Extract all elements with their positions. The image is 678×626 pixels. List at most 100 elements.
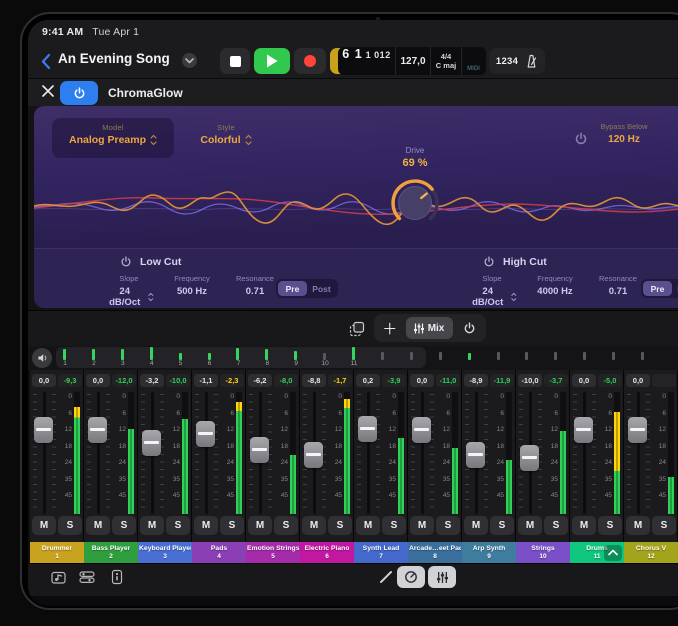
- volume-fader[interactable]: [628, 417, 647, 443]
- channel-name-plate[interactable]: Emotion Strings 5: [246, 542, 300, 563]
- pencil-tool-icon[interactable]: [378, 569, 394, 585]
- back-icon[interactable]: [40, 53, 52, 70]
- solo-button[interactable]: S: [328, 516, 352, 535]
- solo-button[interactable]: S: [436, 516, 460, 535]
- loop-browser-button[interactable]: [50, 568, 68, 586]
- channel-volume-value[interactable]: -6,2: [248, 374, 272, 387]
- channel-name-plate[interactable]: Drums 11: [570, 542, 624, 563]
- channel-volume-value[interactable]: 0,0: [32, 374, 56, 387]
- volume-fader[interactable]: [304, 442, 323, 468]
- volume-fader[interactable]: [520, 445, 539, 471]
- channel-volume-value[interactable]: -8,8: [302, 374, 326, 387]
- channel-peak-value[interactable]: -9,3: [58, 374, 82, 387]
- channel-name-plate[interactable]: Electric Piano 6: [300, 542, 354, 563]
- metronome-icon[interactable]: [525, 54, 538, 68]
- style-selector[interactable]: Style Colorful: [180, 118, 272, 158]
- channel-peak-value[interactable]: -8,0: [274, 374, 298, 387]
- channel-volume-value[interactable]: 0,2: [356, 374, 380, 387]
- slope-control[interactable]: Slope 24 dB/Oct: [467, 274, 517, 308]
- solo-button[interactable]: S: [58, 516, 82, 535]
- model-selector[interactable]: Model Analog Preamp: [52, 118, 174, 158]
- volume-fader[interactable]: [196, 421, 215, 447]
- bypass-power-icon[interactable]: [574, 132, 588, 146]
- plugin-power-button[interactable]: [60, 81, 98, 105]
- volume-fader[interactable]: [358, 416, 377, 442]
- mixer-view-button[interactable]: [428, 566, 456, 588]
- lcd-display[interactable]: 6 1 1 012 127,0 4/4 C maj MIDI: [338, 47, 486, 75]
- channel-peak-value[interactable]: -11,9: [490, 374, 514, 387]
- level-control[interactable]: Level 0.0: [662, 122, 678, 145]
- channel-name-plate[interactable]: Keyboard Player 3: [138, 542, 192, 563]
- channel-name-plate[interactable]: Bass Player 2: [84, 542, 138, 563]
- add-track-button[interactable]: ＋: [378, 317, 402, 339]
- drive-knob[interactable]: [388, 176, 442, 230]
- solo-button[interactable]: S: [166, 516, 190, 535]
- track-overview-tick[interactable]: 2: [92, 346, 95, 360]
- mute-button[interactable]: M: [410, 516, 434, 535]
- channel-volume-value[interactable]: -10,0: [518, 374, 542, 387]
- stepper-icon[interactable]: [150, 134, 157, 146]
- solo-button[interactable]: S: [220, 516, 244, 535]
- mute-button[interactable]: M: [86, 516, 110, 535]
- channel-volume-value[interactable]: -3,2: [140, 374, 164, 387]
- channel-name-plate[interactable]: Strings 10: [516, 542, 570, 563]
- channel-peak-value[interactable]: -3,7: [544, 374, 568, 387]
- mute-button[interactable]: M: [518, 516, 542, 535]
- solo-button[interactable]: S: [382, 516, 406, 535]
- track-overview-tick[interactable]: 10: [323, 346, 326, 360]
- channel-peak-value[interactable]: -3,9: [382, 374, 406, 387]
- channel-peak-value[interactable]: [652, 374, 676, 387]
- solo-button[interactable]: S: [652, 516, 676, 535]
- device-inspector-button[interactable]: [108, 568, 126, 586]
- track-overview-tick[interactable]: [583, 346, 586, 360]
- mix-button[interactable]: Mix: [406, 317, 453, 339]
- resonance-control[interactable]: Resonance 0.71: [593, 274, 643, 308]
- channel-volume-value[interactable]: -1,1: [194, 374, 218, 387]
- post-option[interactable]: Post: [672, 281, 678, 296]
- channel-volume-value[interactable]: 0,0: [86, 374, 110, 387]
- stepper-icon[interactable]: [245, 134, 252, 146]
- record-button[interactable]: [294, 48, 326, 74]
- channel-volume-value[interactable]: 0,0: [410, 374, 434, 387]
- solo-button[interactable]: S: [490, 516, 514, 535]
- song-menu-button[interactable]: [182, 53, 197, 68]
- track-overview-tick[interactable]: [381, 346, 384, 360]
- channel-peak-value[interactable]: -1,7: [328, 374, 352, 387]
- channel-peak-value[interactable]: -12,0: [112, 374, 136, 387]
- expand-channel-button[interactable]: [604, 545, 622, 561]
- channel-name-plate[interactable]: Chorus V 12: [624, 542, 678, 563]
- track-overview-tick[interactable]: 6: [208, 346, 211, 360]
- track-overview-tick[interactable]: [497, 346, 500, 360]
- frequency-control[interactable]: Frequency 500 Hz: [167, 274, 217, 308]
- mute-button[interactable]: M: [464, 516, 488, 535]
- pre-option[interactable]: Pre: [278, 281, 307, 296]
- stepper-icon[interactable]: [148, 292, 154, 302]
- mixer-power-button[interactable]: [457, 317, 482, 339]
- solo-button[interactable]: S: [112, 516, 136, 535]
- channel-peak-value[interactable]: -2,3: [220, 374, 244, 387]
- routing-button[interactable]: [78, 568, 96, 586]
- mute-button[interactable]: M: [626, 516, 650, 535]
- channel-name-plate[interactable]: Pads 4: [192, 542, 246, 563]
- channel-volume-value[interactable]: 0,0: [572, 374, 596, 387]
- mute-button[interactable]: M: [194, 516, 218, 535]
- play-button[interactable]: [254, 48, 290, 74]
- channel-peak-value[interactable]: -11,0: [436, 374, 460, 387]
- resonance-control[interactable]: Resonance 0.71: [230, 274, 280, 308]
- mute-button[interactable]: M: [32, 516, 56, 535]
- close-plugin-icon[interactable]: [41, 84, 55, 98]
- track-overview-tick[interactable]: 3: [121, 346, 124, 360]
- volume-fader[interactable]: [466, 442, 485, 468]
- track-overview-tick[interactable]: 9: [294, 346, 297, 360]
- solo-button[interactable]: S: [544, 516, 568, 535]
- channel-name-plate[interactable]: Arcade…eet Pad 8: [408, 542, 462, 563]
- track-overview-tick[interactable]: 8: [265, 346, 268, 360]
- channel-peak-value[interactable]: -10,0: [166, 374, 190, 387]
- track-overview-tick[interactable]: [612, 346, 615, 360]
- post-option[interactable]: Post: [307, 281, 336, 296]
- volume-fader[interactable]: [574, 417, 593, 443]
- channel-volume-value[interactable]: 0,0: [626, 374, 650, 387]
- track-overview-tick[interactable]: 7: [236, 346, 239, 360]
- song-title[interactable]: An Evening Song: [58, 51, 170, 66]
- volume-fader[interactable]: [34, 417, 53, 443]
